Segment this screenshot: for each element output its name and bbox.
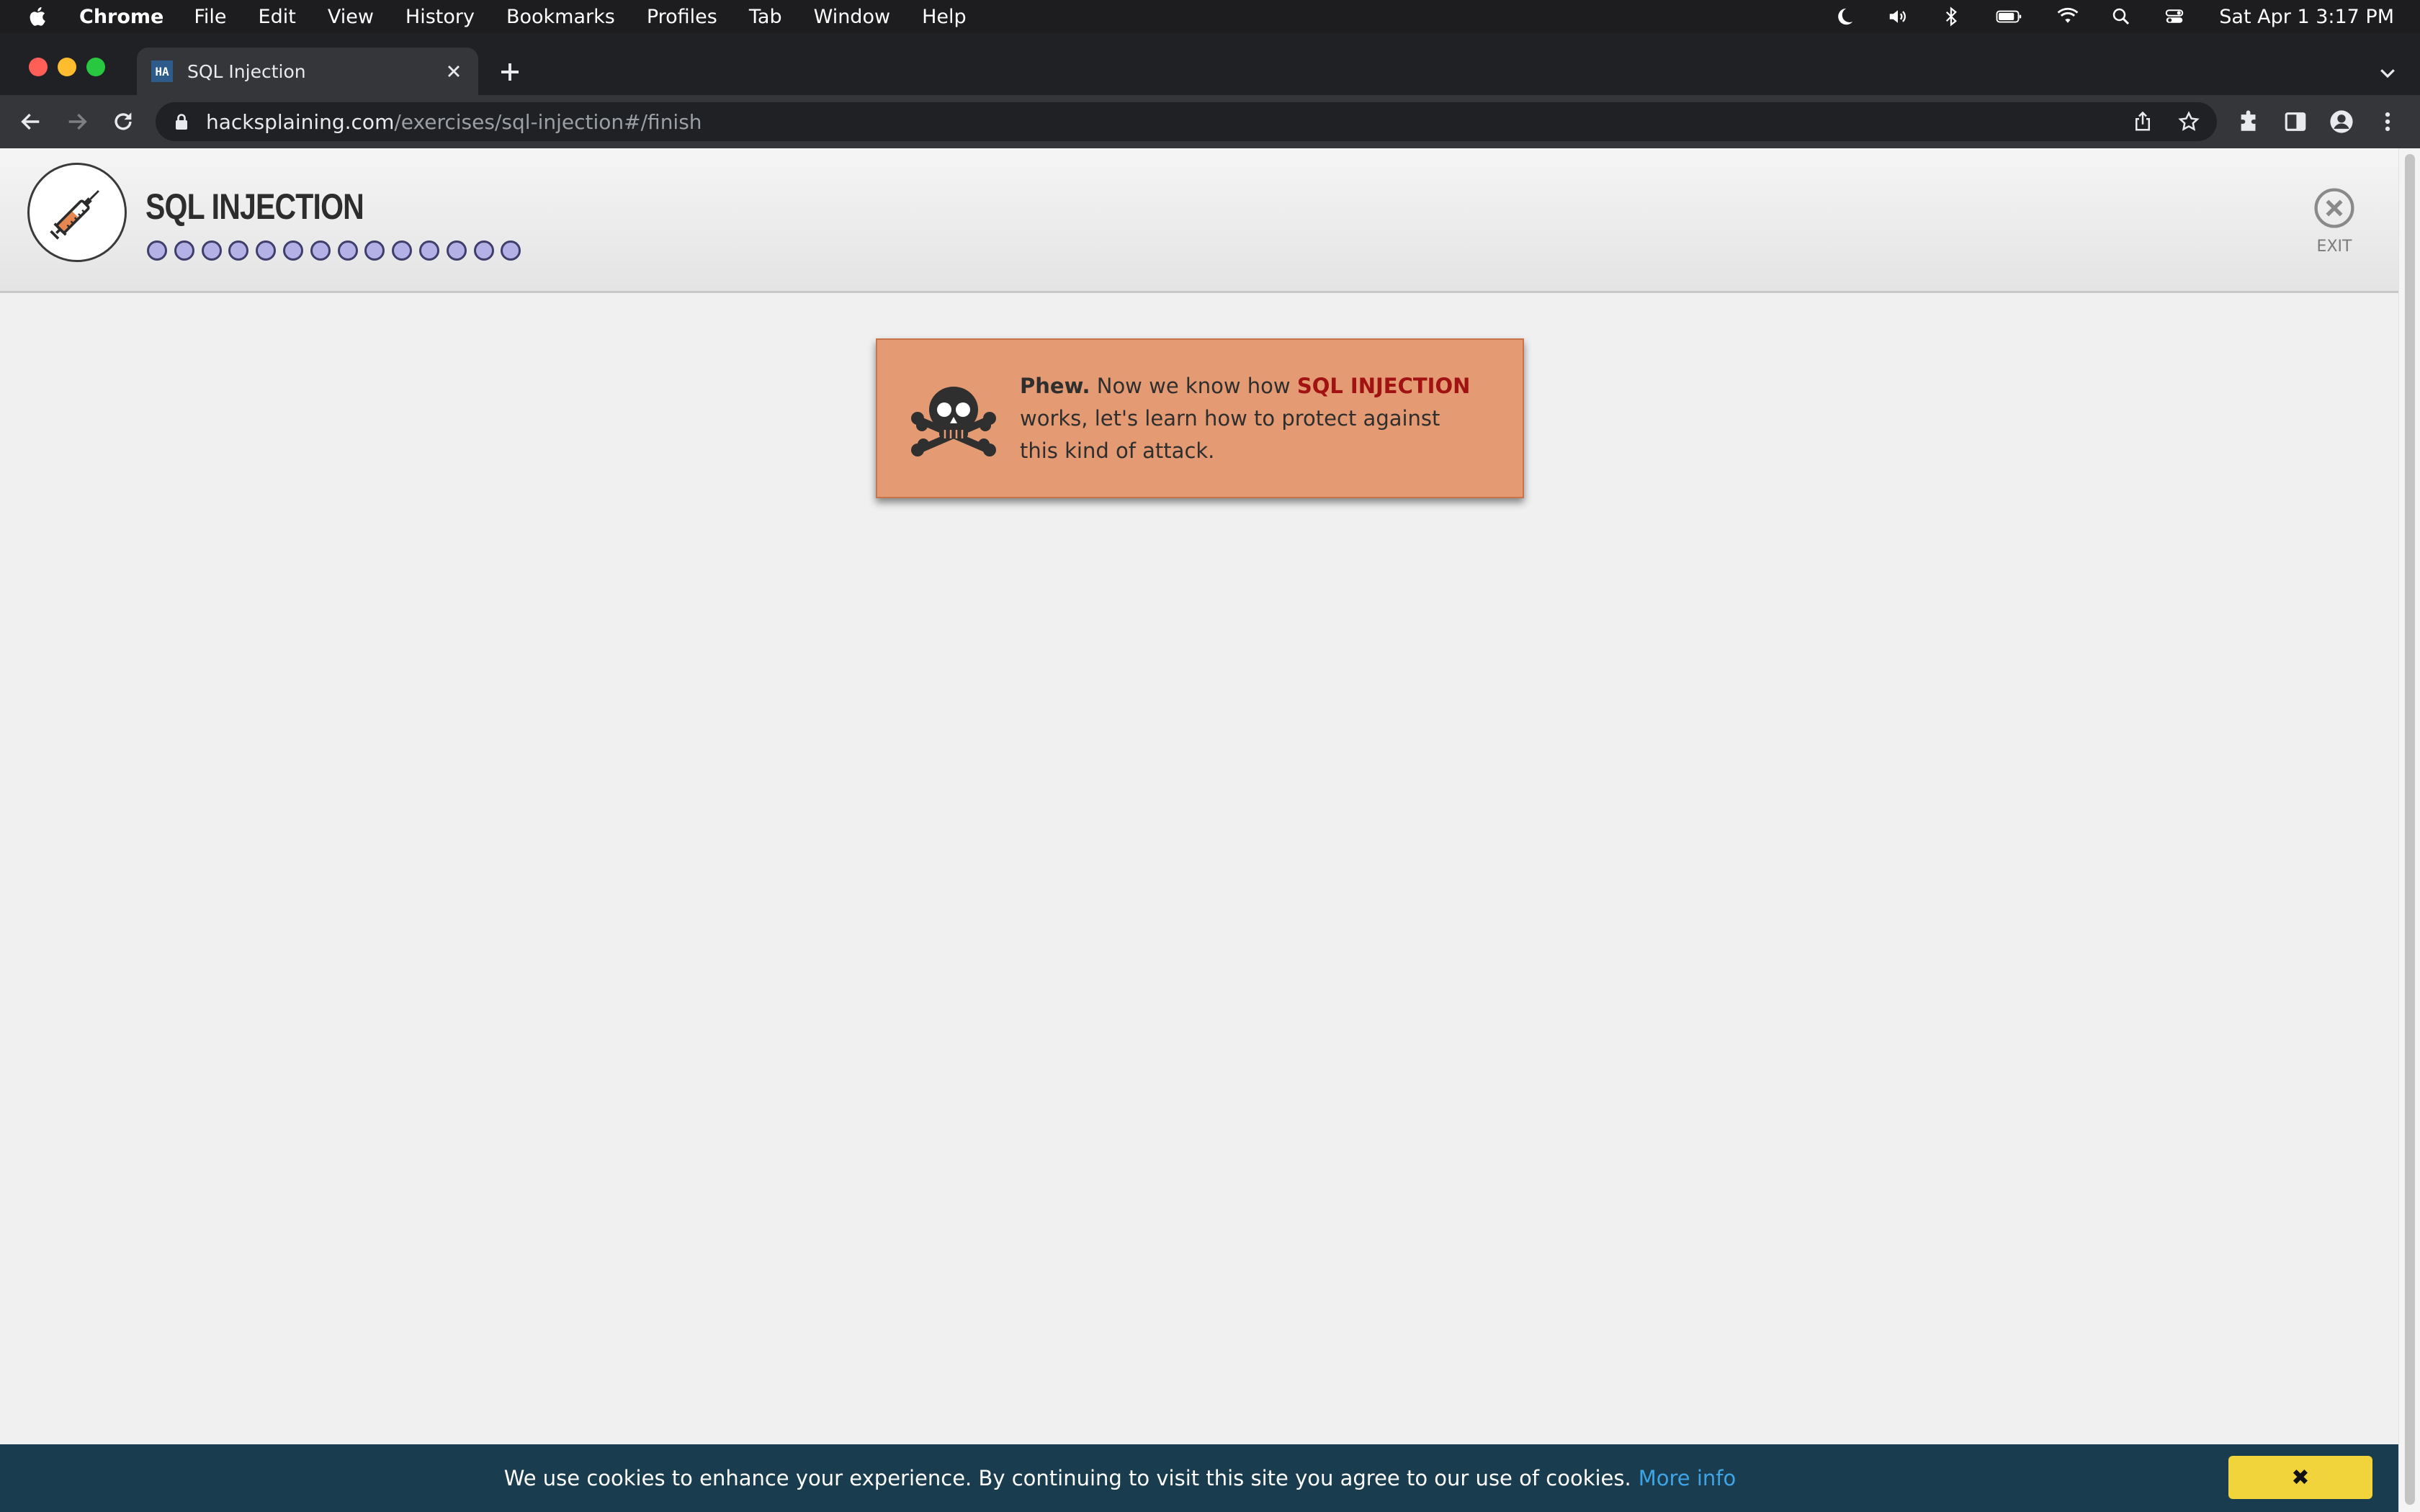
progress-dot xyxy=(364,240,385,261)
wifi-icon[interactable] xyxy=(2055,6,2081,27)
menu-bar-status-area: Sat Apr 1 3:17 PM xyxy=(1804,0,2394,33)
menu-bookmarks[interactable]: Bookmarks xyxy=(506,6,615,28)
forward-arrow-icon[interactable] xyxy=(65,109,89,134)
exit-button[interactable]: EXIT xyxy=(2309,187,2360,274)
menu-app-chrome[interactable]: Chrome xyxy=(79,6,163,28)
site-favicon-icon: HA xyxy=(151,60,173,82)
control-center-icon[interactable] xyxy=(2161,6,2187,27)
page-viewport: SQL INJECTION EXIT Phew. Now we know how… xyxy=(0,148,2398,1512)
lesson-complete-notice: Phew. Now we know how SQL INJECTION work… xyxy=(876,338,1524,498)
progress-dot xyxy=(392,240,413,261)
browser-tab-active[interactable]: HA SQL Injection xyxy=(137,48,478,95)
share-icon[interactable] xyxy=(2132,111,2154,132)
url-host: hacksplaining.com xyxy=(206,109,395,134)
bookmark-star-icon[interactable] xyxy=(2178,111,2200,132)
menu-window[interactable]: Window xyxy=(814,6,890,28)
window-close-button[interactable] xyxy=(29,58,48,76)
window-minimize-button[interactable] xyxy=(58,58,76,76)
side-panel-icon[interactable] xyxy=(2283,109,2308,134)
back-arrow-icon[interactable] xyxy=(19,109,43,134)
tab-close-icon[interactable] xyxy=(444,61,464,81)
cookie-dismiss-button[interactable]: ✖ xyxy=(2228,1456,2372,1499)
notice-text-after: works, let's learn how to protect agains… xyxy=(1020,405,1440,463)
close-circle-icon[interactable] xyxy=(2313,187,2355,229)
address-bar[interactable]: hacksplaining.com/exercises/sql-injectio… xyxy=(156,102,2217,141)
reload-icon[interactable] xyxy=(111,109,135,134)
progress-dot xyxy=(337,240,358,261)
skull-and-crossbones-icon xyxy=(911,387,996,456)
progress-dot xyxy=(446,240,467,261)
url-text[interactable]: hacksplaining.com/exercises/sql-injectio… xyxy=(206,110,2107,134)
lesson-logo xyxy=(27,163,127,262)
tab-search-chevron-icon[interactable] xyxy=(2377,62,2398,84)
volume-icon[interactable] xyxy=(1885,6,1911,27)
lesson-title: SQL INJECTION xyxy=(145,186,364,227)
lesson-progress-dots xyxy=(147,240,528,261)
lock-icon[interactable] xyxy=(173,112,190,131)
progress-dot xyxy=(418,240,439,261)
progress-dot xyxy=(282,240,303,261)
notice-message: Phew. Now we know how SQL INJECTION work… xyxy=(1020,370,1481,467)
notice-lead: Phew. xyxy=(1020,373,1090,398)
menu-help[interactable]: Help xyxy=(922,6,967,28)
syringe-icon xyxy=(50,190,99,240)
browser-toolbar: hacksplaining.com/exercises/sql-injectio… xyxy=(0,95,2420,148)
battery-icon[interactable] xyxy=(1991,6,2027,27)
progress-dot xyxy=(310,240,331,261)
apple-menu-icon[interactable] xyxy=(26,4,50,29)
progress-dot xyxy=(174,240,194,261)
cookie-text: We use cookies to enhance your experienc… xyxy=(503,1466,1631,1490)
lesson-header: SQL INJECTION EXIT xyxy=(0,148,2398,293)
exit-label: EXIT xyxy=(2316,238,2352,256)
browser-tab-strip: HA SQL Injection xyxy=(0,33,2420,95)
progress-dot xyxy=(501,240,521,261)
progress-dot xyxy=(473,240,494,261)
menu-view[interactable]: View xyxy=(328,6,374,28)
menu-profiles[interactable]: Profiles xyxy=(647,6,717,28)
bluetooth-icon[interactable] xyxy=(1938,6,1964,27)
extensions-puzzle-icon[interactable] xyxy=(2237,109,2262,134)
spotlight-search-icon[interactable] xyxy=(2108,6,2134,27)
cookie-consent-banner: We use cookies to enhance your experienc… xyxy=(0,1444,2398,1512)
cookie-more-info-link[interactable]: More info xyxy=(1639,1466,1736,1490)
progress-dot xyxy=(201,240,222,261)
menu-history[interactable]: History xyxy=(405,6,475,28)
new-tab-icon[interactable] xyxy=(497,59,523,85)
progress-dot xyxy=(147,240,167,261)
notice-highlight: SQL INJECTION xyxy=(1296,373,1471,398)
page-scrollbar[interactable] xyxy=(2398,148,2420,1512)
moon-icon[interactable] xyxy=(1832,6,1857,27)
menu-tab[interactable]: Tab xyxy=(749,6,782,28)
menu-bar-clock[interactable]: Sat Apr 1 3:17 PM xyxy=(2219,6,2394,28)
progress-dot xyxy=(228,240,249,261)
progress-dot xyxy=(256,240,277,261)
page-scrollbar-thumb[interactable] xyxy=(2405,154,2415,1505)
menu-file[interactable]: File xyxy=(194,6,226,28)
tab-title: SQL Injection xyxy=(187,60,306,82)
chrome-menu-kebab-icon[interactable] xyxy=(2375,109,2400,134)
menu-edit[interactable]: Edit xyxy=(259,6,296,28)
window-zoom-button[interactable] xyxy=(86,58,105,76)
url-path: /exercises/sql-injection#/finish xyxy=(394,109,702,134)
notice-text-before: Now we know how xyxy=(1090,373,1297,398)
macos-menu-bar: Chrome File Edit View History Bookmarks … xyxy=(0,0,2420,33)
profile-avatar-icon[interactable] xyxy=(2329,109,2354,134)
cookie-message: We use cookies to enhance your experienc… xyxy=(504,1466,1736,1490)
